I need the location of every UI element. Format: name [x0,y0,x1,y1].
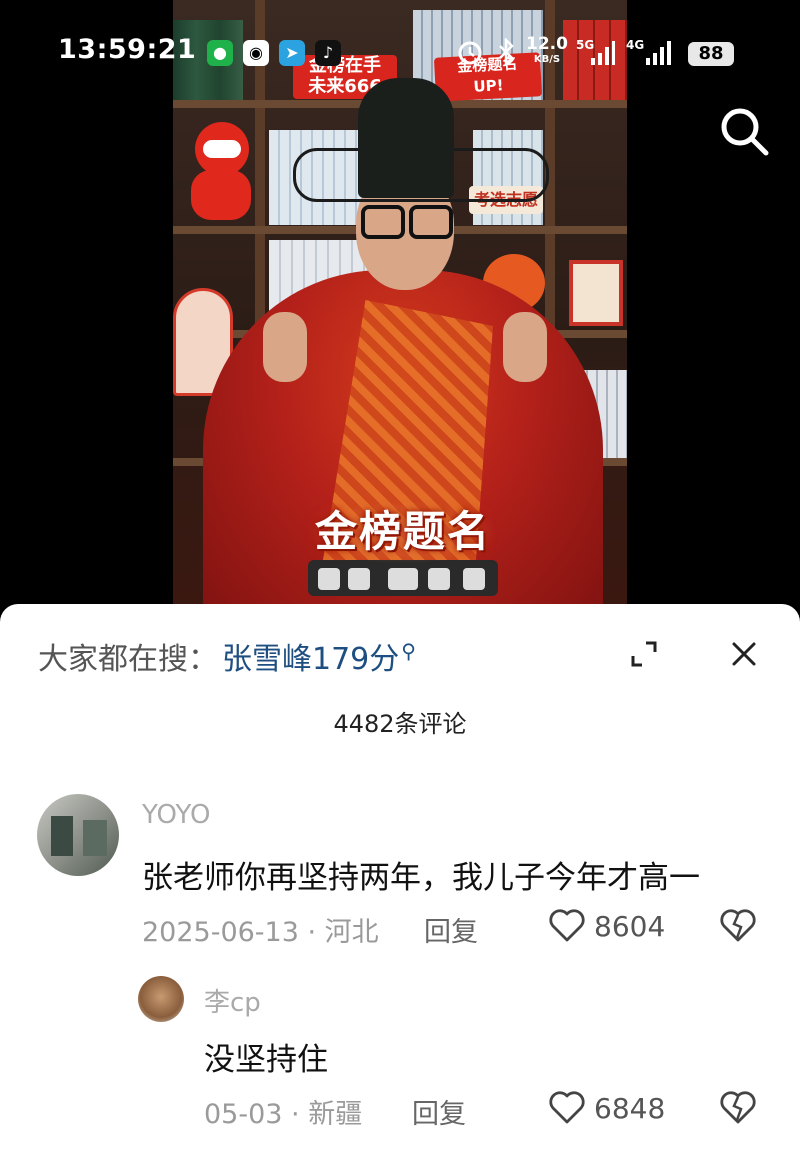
hot-search-term[interactable]: 张雪峰179分 [222,642,399,677]
close-icon[interactable] [728,638,760,670]
sign-text: UP! [473,76,504,96]
hand [503,312,547,382]
expand-icon[interactable] [628,638,660,670]
official-hat [358,78,454,198]
belt-plate [463,568,485,590]
heart-icon[interactable] [548,1089,586,1125]
reply-button[interactable]: 回复 [412,1092,466,1131]
comment-username[interactable]: YOYO [142,800,210,830]
comment-panel: 大家都在搜： 张雪峰179分 ⚲ 4482条评论 YOYO 张老师你再坚持两年，我儿… [0,604,800,1150]
belt-plate [388,568,418,590]
broken-heart-icon[interactable] [719,907,757,943]
comment-username[interactable]: 李cp [204,982,261,1019]
heart-icon[interactable] [548,907,586,943]
photo-frame [569,260,623,326]
video-player[interactable]: 金榜在手 未来666 金榜题名 UP! 考选志愿 金榜题名 [0,0,800,620]
hot-search-label: 大家都在搜： [38,642,218,677]
telegram-icon: ➤ [279,40,305,66]
belt-plate [428,568,450,590]
network-speed: 12.0 KB/S [526,36,568,68]
glasses [361,205,405,239]
qq-icon: ◉ [243,40,269,66]
belt-plate [348,568,370,590]
signal-icon [646,41,671,65]
avatar[interactable] [138,976,184,1022]
search-icon[interactable] [716,103,772,159]
comment-meta: 2025-06-13 · 河北 [142,917,379,948]
signal-icon [591,41,615,65]
search-small-icon: ⚲ [401,639,416,663]
comment-meta: 05-03 · 新疆 [204,1099,363,1130]
status-time: 13:59:21 [58,34,197,65]
battery-indicator: 88 [688,42,734,66]
bluetooth-icon [499,38,514,66]
wechat-icon: ● [207,40,233,66]
network-speed-value: 12.0 [526,34,568,54]
comment-text: 张老师你再坚持两年，我儿子今年才高一 [142,860,700,896]
video-overlay-caption: 金榜题名 [308,500,498,564]
avatar-detail [51,816,73,856]
alarm-icon [458,41,482,65]
broken-heart-icon[interactable] [719,1089,757,1125]
like-count: 8604 [594,910,666,943]
tiktok-icon: ♪ [315,40,341,66]
comment-text: 没坚持住 [204,1042,328,1078]
avatar-detail [83,820,107,856]
hand [263,312,307,382]
net-type-4g: 4G [626,38,645,52]
comment-count: 4482条评论 [333,710,467,738]
like-count: 6848 [594,1092,666,1125]
hot-search-bar[interactable]: 大家都在搜： 张雪峰179分 ⚲ [38,634,416,678]
reply-button[interactable]: 回复 [424,910,478,949]
mascot-face [203,140,241,158]
belt-plate [318,568,340,590]
avatar[interactable] [37,794,119,876]
video-frame[interactable]: 金榜在手 未来666 金榜题名 UP! 考选志愿 金榜题名 [173,0,627,620]
network-speed-unit: KB/S [533,54,561,65]
status-bar: 13:59:21 ● ◉ ➤ ♪ 12.0 KB/S 5G 4G 88 [0,28,800,76]
glasses [409,205,453,239]
mascot-toy [191,170,251,220]
